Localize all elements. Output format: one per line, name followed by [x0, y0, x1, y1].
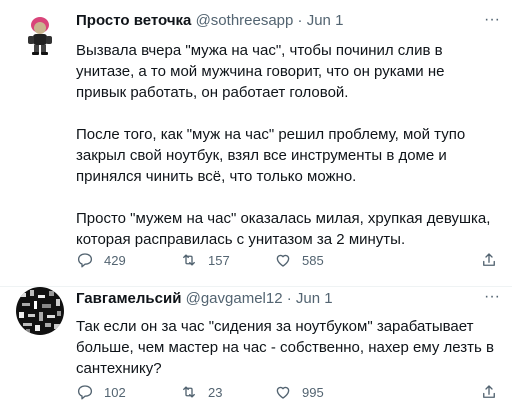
- author-handle[interactable]: @gavgamel12: [186, 290, 283, 307]
- tweet[interactable]: Гавгамельсий @gavgamel12 · Jun 1 ··· Так…: [0, 287, 512, 416]
- reply-icon: [77, 253, 93, 268]
- tweet[interactable]: Просто веточка @sothreesapp · Jun 1 ··· …: [0, 0, 512, 287]
- heart-icon: [276, 254, 290, 267]
- like-count: 995: [302, 384, 324, 400]
- retweet-button[interactable]: 157: [180, 250, 230, 270]
- like-button[interactable]: 995: [274, 382, 324, 402]
- share-button[interactable]: [480, 250, 498, 270]
- separator: ·: [282, 290, 296, 307]
- tweet-date[interactable]: Jun 1: [296, 290, 333, 307]
- reply-button[interactable]: 429: [76, 250, 126, 270]
- reply-count: 429: [104, 252, 126, 268]
- avatar[interactable]: [16, 10, 64, 58]
- author-name[interactable]: Просто веточка: [76, 12, 191, 29]
- tweet-text: Так если он за час "сидения за ноутбуком…: [76, 316, 494, 379]
- like-button[interactable]: 585: [274, 250, 324, 270]
- tweet-paragraph: Вызвала вчера "мужа на час", чтобы почин…: [76, 42, 445, 101]
- heart-icon: [276, 386, 290, 399]
- share-icon: [483, 253, 495, 266]
- tweet-actions: 429 157 585: [76, 250, 502, 270]
- retweet-count: 23: [208, 384, 223, 400]
- author-handle[interactable]: @sothreesapp: [196, 12, 294, 29]
- share-button[interactable]: [480, 382, 498, 402]
- separator: ·: [293, 12, 307, 29]
- tweet-paragraph: Так если он за час "сидения за ноутбуком…: [76, 318, 494, 377]
- retweet-count: 157: [208, 252, 230, 268]
- tweet-header: Гавгамельсий @gavgamel12 · Jun 1: [76, 290, 333, 308]
- more-options-icon[interactable]: ···: [482, 288, 502, 306]
- tweet-date[interactable]: Jun 1: [307, 12, 344, 29]
- like-count: 585: [302, 252, 324, 268]
- author-name[interactable]: Гавгамельсий: [76, 290, 181, 307]
- tweet-paragraph: Просто "мужем на час" оказалась милая, х…: [76, 210, 491, 248]
- retweet-icon: [183, 254, 195, 266]
- more-options-icon[interactable]: ···: [482, 11, 502, 29]
- retweet-icon: [183, 386, 195, 398]
- tweet-paragraph: После того, как "муж на час" решил пробл…: [76, 126, 466, 185]
- reply-count: 102: [104, 384, 126, 400]
- reply-icon: [77, 385, 93, 400]
- reply-button[interactable]: 102: [76, 382, 126, 402]
- tweet-text: Вызвала вчера "мужа на час", чтобы почин…: [76, 40, 494, 250]
- share-icon: [483, 385, 495, 398]
- tweet-actions: 102 23 995: [76, 382, 502, 402]
- avatar[interactable]: [16, 287, 64, 335]
- avatar-image: [16, 287, 64, 335]
- retweet-button[interactable]: 23: [180, 382, 222, 402]
- avatar-image: [16, 10, 64, 58]
- tweet-header: Просто веточка @sothreesapp · Jun 1: [76, 12, 343, 30]
